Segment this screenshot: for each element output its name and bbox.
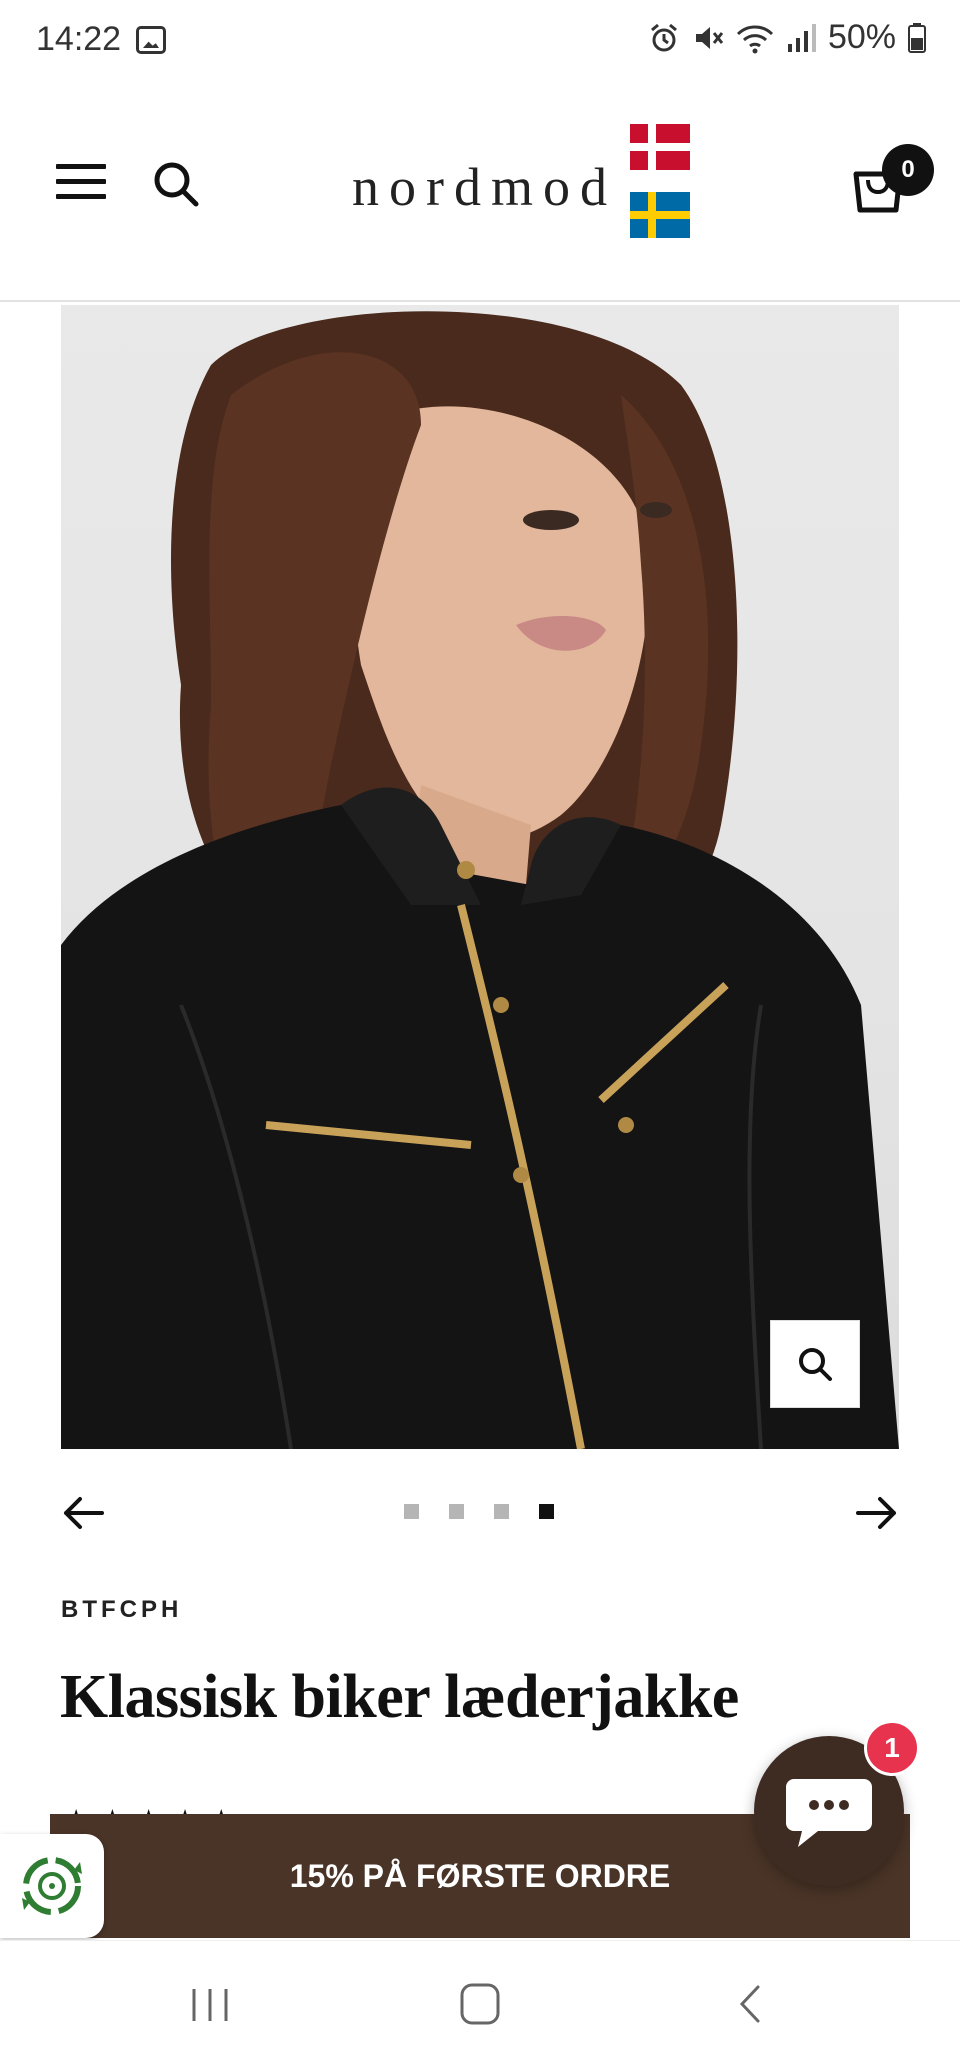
zoom-button[interactable] <box>770 1320 860 1408</box>
sweden-flag-icon[interactable] <box>630 192 690 238</box>
alarm-icon <box>650 23 677 51</box>
product-image[interactable] <box>61 305 899 1449</box>
product-brand[interactable]: BTFCPH <box>61 1596 182 1624</box>
product-title: Klassisk biker læderjakke <box>60 1663 739 1731</box>
status-time: 14:22 <box>36 20 122 58</box>
carousel-dot[interactable] <box>404 1504 419 1519</box>
status-bar: 14:22 50% <box>0 0 960 84</box>
zoom-search-icon <box>799 1348 832 1381</box>
rewards-widget-button[interactable] <box>0 1834 104 1938</box>
gallery-notification-icon <box>136 26 166 54</box>
battery-percentage: 50% <box>827 18 896 56</box>
carousel-dots <box>404 1504 554 1519</box>
search-icon[interactable] <box>152 160 202 210</box>
previous-image-arrow-icon[interactable] <box>60 1490 106 1536</box>
hamburger-menu-icon[interactable] <box>56 164 106 204</box>
promo-label: 15% PÅ FØRSTE ORDRE <box>289 1857 671 1894</box>
mute-icon <box>695 26 724 49</box>
carousel-dot-active[interactable] <box>539 1504 554 1519</box>
chat-notification-badge: 1 <box>864 1720 920 1776</box>
home-icon[interactable] <box>450 1981 510 2027</box>
denmark-flag-icon[interactable] <box>630 124 690 170</box>
system-navigation-bar <box>0 1940 960 2059</box>
site-logo[interactable]: nordmod <box>352 156 617 218</box>
recent-apps-icon[interactable] <box>180 1981 240 2027</box>
next-image-arrow-icon[interactable] <box>854 1490 900 1536</box>
chat-icon <box>786 1779 872 1847</box>
status-icons: 50% <box>648 18 926 57</box>
product-photo-illustration <box>61 311 899 1449</box>
battery-icon <box>908 22 926 53</box>
wifi-icon <box>736 24 773 53</box>
site-header: nordmod 0 <box>0 84 960 302</box>
signal-icon <box>787 23 816 52</box>
carousel-dot[interactable] <box>449 1504 464 1519</box>
rewards-recycle-icon <box>22 1857 82 1915</box>
back-icon[interactable] <box>720 1981 780 2027</box>
cart-count-badge: 0 <box>882 144 934 196</box>
carousel-dot[interactable] <box>494 1504 509 1519</box>
